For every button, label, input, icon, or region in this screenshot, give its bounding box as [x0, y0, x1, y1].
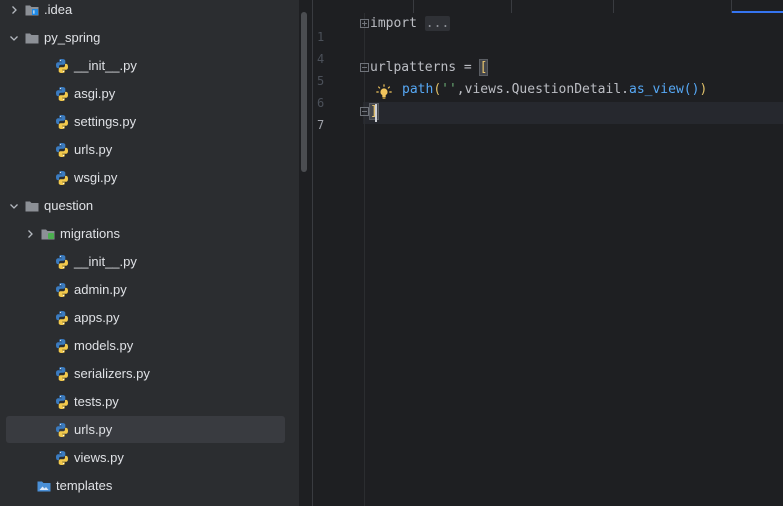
idea-folder-icon [24, 2, 40, 18]
tree-item[interactable]: .idea [6, 0, 285, 23]
variable-urlpatterns: urlpatterns [370, 60, 457, 75]
tree-item-label: wsgi.py [74, 170, 118, 185]
tree-item[interactable]: py_spring [6, 24, 285, 51]
folder-icon [24, 198, 40, 214]
python-file-icon [54, 254, 70, 270]
python-file-icon [54, 170, 70, 186]
line-number: 4 [317, 52, 325, 66]
tree-item[interactable]: templates [6, 472, 285, 499]
tree-item-label: asgi.py [74, 86, 116, 101]
python-file-icon [54, 422, 70, 438]
editor-tab-strip [313, 0, 783, 13]
tree-item[interactable]: serializers.py [6, 360, 285, 387]
collapsed-imports[interactable]: ... [424, 16, 451, 31]
tree-item[interactable]: urls.py [6, 416, 285, 443]
import-keyword: import [370, 16, 417, 31]
tree-item[interactable]: __init__.py [6, 52, 285, 79]
paren-close: ) [699, 82, 708, 97]
line-number-gutter[interactable]: 1 4 5 6 7 [313, 13, 363, 506]
tree-item[interactable]: models.py [6, 332, 285, 359]
python-file-icon [54, 338, 70, 354]
python-file-icon [54, 58, 70, 74]
folder-icon [24, 30, 40, 46]
tree-item[interactable]: urls.py [6, 136, 285, 163]
text-caret [375, 104, 377, 122]
active-tab-indicator [732, 11, 783, 13]
python-file-icon [54, 366, 70, 382]
tree-item[interactable]: migrations [6, 220, 285, 247]
open-bracket: [ [478, 59, 489, 76]
tree-item-label: templates [56, 478, 113, 493]
tree-item-label: urls.py [74, 422, 113, 437]
method-as-view: as_view [629, 82, 684, 97]
tree-item[interactable]: admin.py [6, 276, 285, 303]
code-line-1[interactable]: import ... [370, 13, 451, 35]
line-number: 1 [317, 30, 325, 44]
tree-item-label: question [44, 198, 94, 213]
tree-item-label: serializers.py [74, 366, 150, 381]
tree-item-label: migrations [60, 226, 120, 241]
lightbulb-icon[interactable] [376, 84, 392, 100]
function-path: path [402, 82, 434, 97]
fold-end-icon[interactable] [360, 107, 369, 116]
migrations-folder-icon [40, 226, 56, 242]
python-file-icon [54, 282, 70, 298]
tab-separator [613, 0, 614, 13]
comma: , [456, 82, 465, 97]
tree-item-label: admin.py [74, 282, 127, 297]
line-number: 5 [317, 74, 325, 88]
chevron-down-icon[interactable] [8, 32, 20, 44]
fold-guide [364, 13, 365, 506]
project-tree[interactable]: .idea py_spring __init__.py asgi.py settings… [0, 0, 299, 506]
fold-collapsed-icon[interactable] [360, 19, 369, 28]
current-line-highlight [363, 102, 783, 124]
tree-item-label: py_spring [44, 30, 101, 45]
tab-separator [413, 0, 414, 13]
code-line-5[interactable]: urlpatterns = [ [370, 57, 489, 79]
chevron-right-icon[interactable] [24, 228, 36, 240]
tab-separator [511, 0, 512, 13]
paren-open: ( [433, 82, 442, 97]
call-parens: () [683, 82, 700, 97]
tree-item-label: apps.py [74, 310, 120, 325]
tree-item[interactable]: settings.py [6, 108, 285, 135]
code-line-6[interactable]: path('',views.QuestionDetail.as_view()) [402, 79, 707, 101]
assign-operator: = [456, 60, 480, 75]
tree-item-label: views.py [74, 450, 124, 465]
project-tree-scrollbar[interactable] [301, 12, 307, 172]
tree-item-label: models.py [74, 338, 134, 353]
python-file-icon [54, 310, 70, 326]
python-file-icon [54, 114, 70, 130]
tree-item-label: __init__.py [74, 254, 137, 269]
chevron-right-icon[interactable] [8, 4, 20, 16]
tree-item[interactable]: wsgi.py [6, 164, 285, 191]
tree-item[interactable]: __init__.py [6, 248, 285, 275]
tree-item[interactable]: question [6, 192, 285, 219]
string-literal: '' [441, 82, 457, 97]
python-file-icon [54, 86, 70, 102]
tree-item-label: urls.py [74, 142, 113, 157]
tree-item[interactable]: tests.py [6, 388, 285, 415]
line-number-current: 7 [317, 118, 325, 132]
tree-item[interactable]: asgi.py [6, 80, 285, 107]
line-number: 6 [317, 96, 325, 110]
tree-item[interactable]: apps.py [6, 304, 285, 331]
python-file-icon [54, 394, 70, 410]
python-file-icon [54, 450, 70, 466]
code-editor[interactable]: 1 4 5 6 7 import ... urlpatterns = [ pat [312, 0, 783, 506]
tree-item-label: settings.py [74, 114, 137, 129]
chevron-down-icon[interactable] [8, 200, 20, 212]
tree-item-label: .idea [44, 2, 73, 17]
tree-item[interactable]: views.py [6, 444, 285, 471]
views-reference: views.QuestionDetail. [464, 82, 629, 97]
templates-folder-icon [36, 478, 52, 494]
tree-item-label: __init__.py [74, 58, 137, 73]
fold-expanded-icon[interactable] [360, 63, 369, 72]
python-file-icon [54, 142, 70, 158]
tree-item-label: tests.py [74, 394, 119, 409]
